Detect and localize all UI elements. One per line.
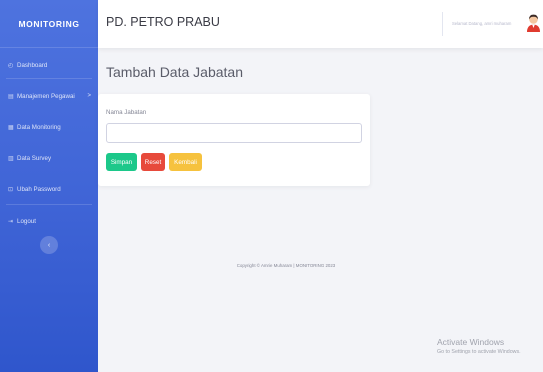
- dashboard-icon: ◴: [8, 62, 14, 69]
- activate-windows-title: Activate Windows: [437, 337, 505, 347]
- topbar-divider: [442, 12, 443, 36]
- footer-copyright: Copyright © Amrie Muharam | MONITORING 2…: [236, 263, 336, 268]
- nama-jabatan-input[interactable]: [106, 123, 362, 143]
- survey-icon: ▥: [8, 155, 14, 162]
- page-title: Tambah Data Jabatan: [106, 64, 243, 80]
- sidebar-item-label: Ubah Password: [17, 185, 61, 193]
- topbar: PD. PETRO PRABU Selamat Datang, amri muh…: [98, 0, 543, 48]
- sidebar-item-logout[interactable]: ⇥ Logout: [0, 211, 98, 231]
- sidebar-item-manajemen-pegawai[interactable]: ▤ Manajemen Pegawai >: [0, 86, 98, 106]
- sidebar-item-data-survey[interactable]: ▥ Data Survey: [0, 148, 98, 168]
- chevron-right-icon: >: [87, 93, 91, 99]
- company-name: PD. PETRO PRABU: [106, 15, 220, 29]
- sidebar-brand[interactable]: MONITORING: [0, 0, 98, 48]
- reset-button[interactable]: Reset: [141, 153, 165, 171]
- sidebar-divider: [6, 78, 92, 79]
- sidebar-item-dashboard[interactable]: ◴ Dashboard: [0, 55, 98, 75]
- back-button[interactable]: Kembali: [169, 153, 202, 171]
- activate-windows-subtitle: Go to Settings to activate Windows.: [437, 349, 521, 355]
- activate-windows-watermark: Activate Windows Go to Settings to activ…: [437, 337, 521, 355]
- sidebar-toggle-button[interactable]: ‹: [40, 236, 58, 254]
- users-icon: ▤: [8, 93, 14, 100]
- sidebar-item-data-monitoring[interactable]: ▦ Data Monitoring: [0, 117, 98, 137]
- sidebar-divider: [6, 204, 92, 205]
- logout-icon: ⇥: [8, 218, 14, 225]
- sidebar-item-label: Dashboard: [17, 61, 48, 69]
- save-button[interactable]: Simpan: [106, 153, 137, 171]
- chevron-left-icon: ‹: [47, 241, 51, 249]
- sidebar-item-ubah-password[interactable]: ⊡ Ubah Password: [0, 179, 98, 199]
- nama-jabatan-label: Nama Jabatan: [106, 109, 147, 116]
- sidebar-item-label: Data Survey: [17, 154, 52, 162]
- sidebar-item-label: Manajemen Pegawai: [17, 92, 75, 100]
- sidebar-item-label: Data Monitoring: [17, 123, 61, 131]
- sidebar-item-label: Logout: [17, 217, 36, 225]
- sidebar: MONITORING ◴ Dashboard ▤ Manajemen Pegaw…: [0, 0, 98, 372]
- user-greeting[interactable]: Selamat Datang, amri muharam: [452, 21, 511, 26]
- form-card: Nama Jabatan Simpan Reset Kembali: [98, 94, 370, 186]
- user-avatar-icon[interactable]: [526, 14, 541, 32]
- lock-icon: ⊡: [8, 186, 14, 193]
- table-icon: ▦: [8, 124, 14, 131]
